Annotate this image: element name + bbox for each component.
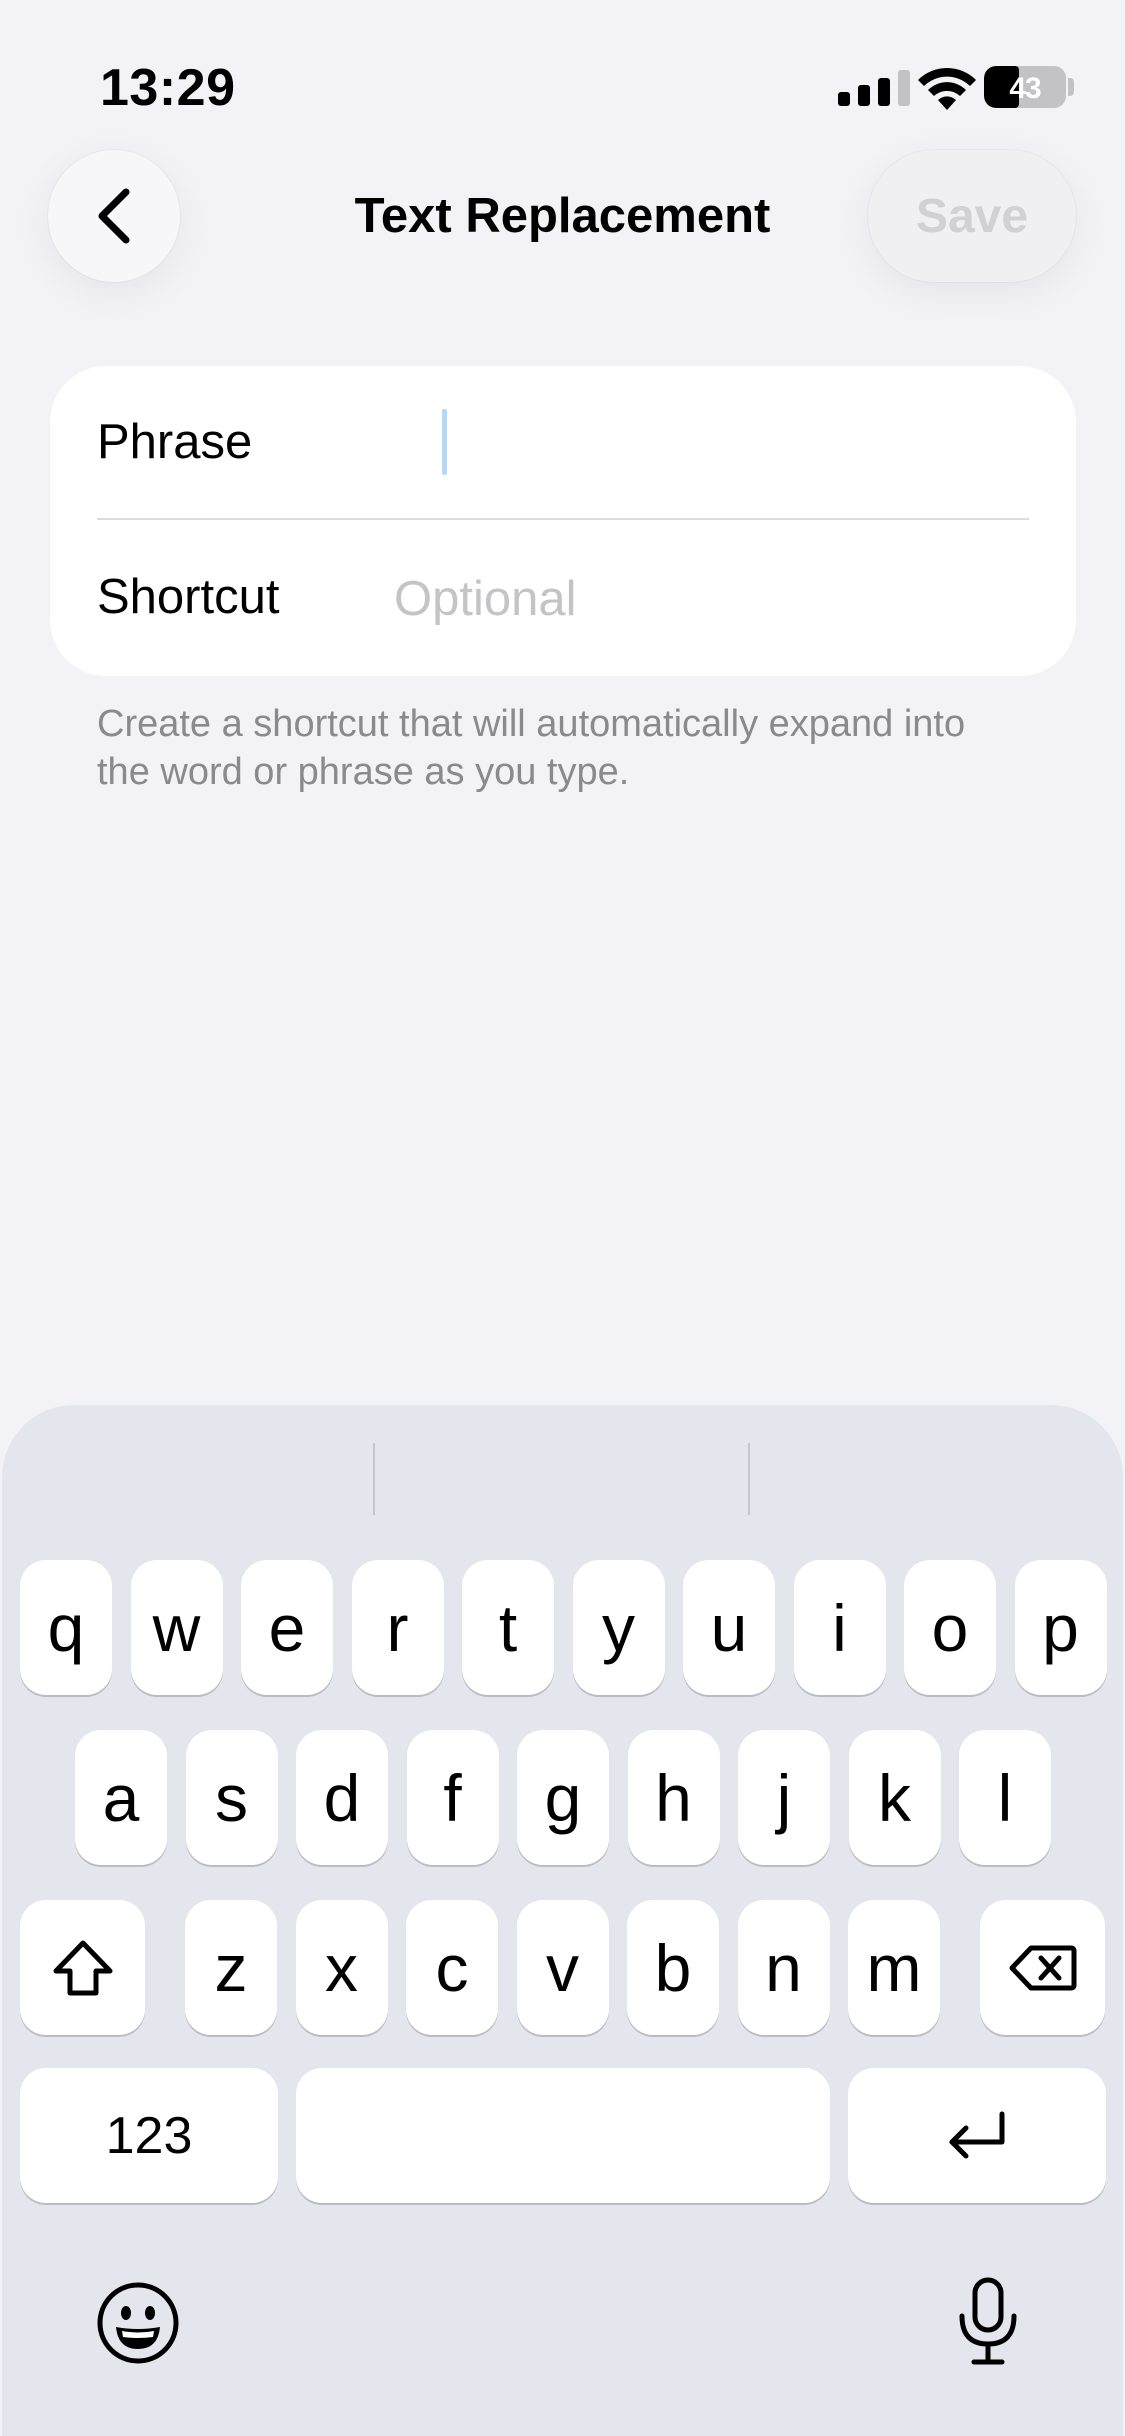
key-h[interactable]: h: [627, 1730, 720, 1865]
keyboard: qwertyuiop asdfghjkl zxcvbnm 123: [2, 1405, 1123, 2436]
key-j[interactable]: j: [738, 1730, 830, 1865]
dictation-button[interactable]: [938, 2267, 1038, 2377]
key-e[interactable]: e: [241, 1560, 333, 1695]
key-k[interactable]: k: [848, 1730, 941, 1865]
microphone-icon: [959, 2277, 1017, 2365]
key-a[interactable]: a: [75, 1730, 167, 1865]
key-z[interactable]: z: [185, 1900, 277, 2035]
battery-tip: [1068, 78, 1074, 96]
key-l[interactable]: l: [959, 1730, 1051, 1865]
phrase-input[interactable]: [394, 404, 1036, 484]
emoji-button[interactable]: [88, 2273, 188, 2373]
key-g[interactable]: g: [517, 1730, 609, 1865]
wifi-icon: [918, 67, 976, 110]
key-i[interactable]: i: [793, 1560, 886, 1695]
cellular-signal-icon: [838, 70, 910, 106]
key-u[interactable]: u: [683, 1560, 775, 1695]
key-b[interactable]: b: [627, 1900, 719, 2035]
phrase-row[interactable]: Phrase: [50, 366, 1076, 521]
shortcut-label: Shortcut: [97, 570, 280, 624]
text-caret: [442, 409, 447, 475]
key-t[interactable]: t: [462, 1560, 554, 1695]
key-x[interactable]: x: [295, 1900, 388, 2035]
shortcut-row[interactable]: Shortcut: [50, 521, 1076, 676]
emoji-icon: [97, 2282, 179, 2364]
key-c[interactable]: c: [406, 1900, 498, 2035]
shift-icon: [53, 1940, 112, 1995]
text-replacement-form: Phrase Shortcut: [50, 366, 1076, 676]
screen: 13:29 43 Text Replacement Save Phrase Sh…: [0, 0, 1125, 2436]
key-r[interactable]: r: [351, 1560, 444, 1695]
key-w[interactable]: w: [130, 1560, 223, 1695]
suggestion-divider: [748, 1443, 750, 1515]
key-o[interactable]: o: [904, 1560, 996, 1695]
battery-percent: 43: [1009, 72, 1041, 105]
delete-icon: [1009, 1945, 1076, 1990]
shift-key[interactable]: [20, 1900, 145, 2035]
key-m[interactable]: m: [848, 1900, 940, 2035]
return-icon: [949, 2111, 1005, 2158]
row-divider: [97, 518, 1029, 520]
key-f[interactable]: f: [406, 1730, 499, 1865]
shortcut-input[interactable]: [394, 559, 1036, 639]
phrase-label: Phrase: [97, 415, 253, 469]
status-time: 13:29: [100, 59, 236, 117]
suggestion-divider: [373, 1443, 375, 1515]
key-q[interactable]: q: [20, 1560, 112, 1695]
key-p[interactable]: p: [1014, 1560, 1107, 1695]
return-key[interactable]: [848, 2068, 1106, 2203]
delete-key[interactable]: [980, 1900, 1105, 2035]
key-n[interactable]: n: [737, 1900, 830, 2035]
space-key[interactable]: [296, 2068, 830, 2203]
key-d[interactable]: d: [296, 1730, 388, 1865]
save-button[interactable]: Save: [868, 150, 1076, 282]
status-bar: 13:29 43: [0, 0, 1125, 170]
key-s[interactable]: s: [185, 1730, 278, 1865]
key-v[interactable]: v: [516, 1900, 609, 2035]
form-footnote: Create a shortcut that will automaticall…: [97, 703, 966, 793]
battery-icon: 43: [984, 66, 1066, 108]
key-y[interactable]: y: [572, 1560, 665, 1695]
numbers-key[interactable]: 123: [20, 2068, 278, 2203]
